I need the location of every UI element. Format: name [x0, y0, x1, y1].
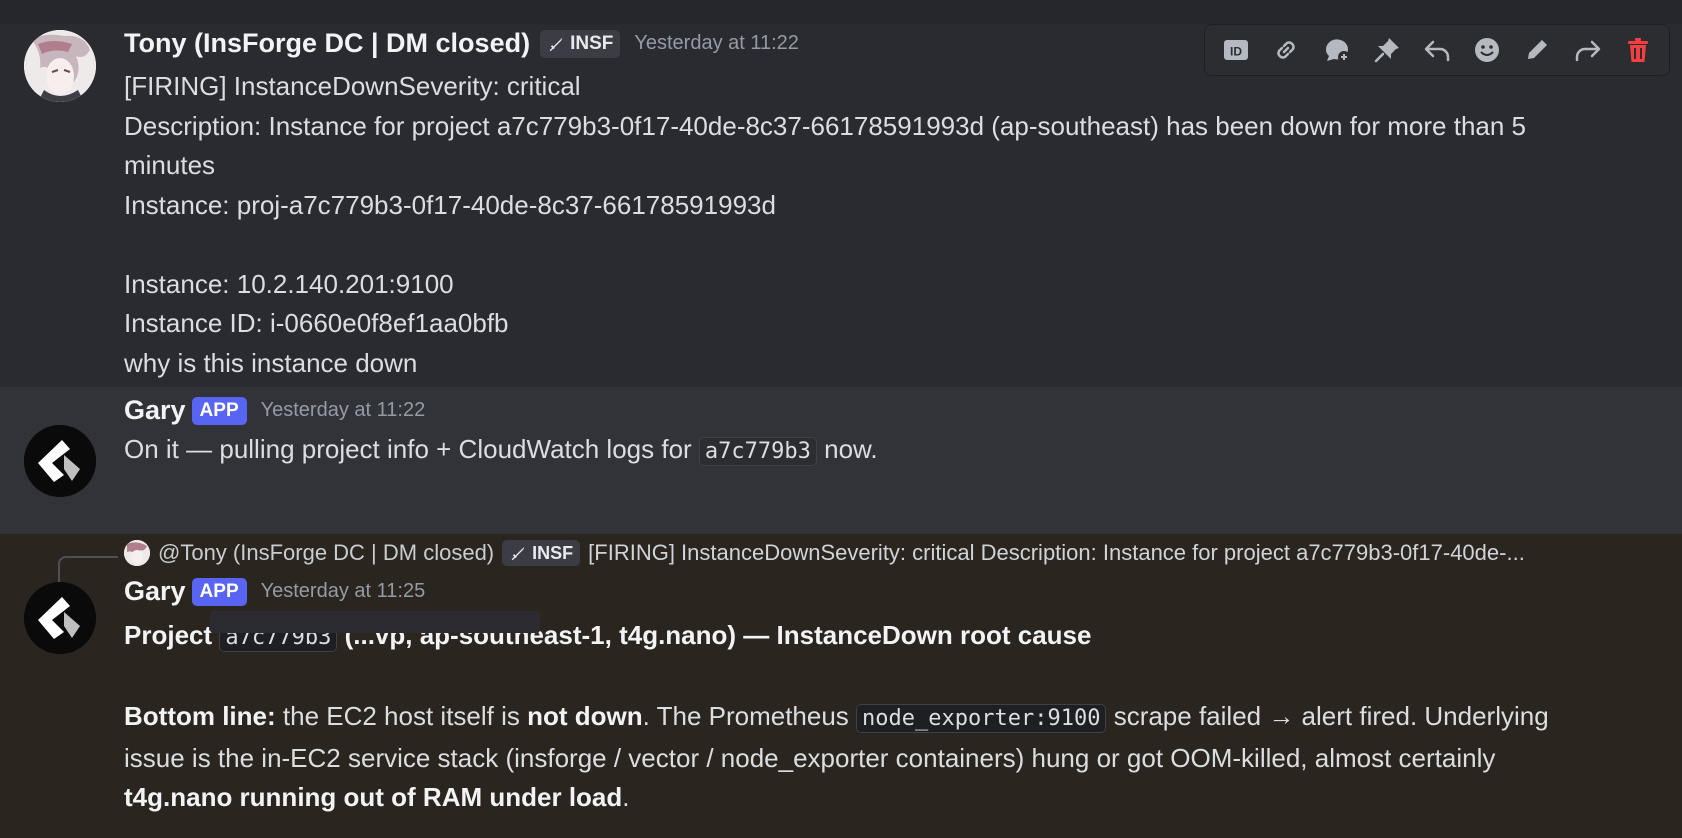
app-badge: APP — [191, 577, 247, 606]
message-text: . The Prometheus — [642, 701, 857, 731]
bold-text: not down — [527, 701, 643, 731]
message-line: Description: Instance for project a7c779… — [124, 110, 1527, 141]
author-name[interactable]: Gary — [124, 576, 186, 607]
message-line: why is this instance down — [124, 347, 418, 378]
reply-icon[interactable] — [1418, 31, 1456, 69]
message-line: issue is the in-EC2 service stack (insfo… — [124, 742, 1496, 773]
message-content: [FIRING] InstanceDownSeverity: critical … — [124, 67, 1624, 383]
inline-code: node_exporter:9100 — [856, 704, 1107, 733]
message-line: minutes — [124, 150, 216, 180]
timestamp[interactable]: Yesterday at 11:22 — [261, 399, 426, 422]
add-reaction-icon[interactable] — [1468, 31, 1506, 69]
redaction-overlay — [210, 611, 540, 633]
message-gary-reply[interactable]: @Tony (InsForge DC | DM closed) INSF [FI… — [0, 534, 1682, 838]
sword-icon — [549, 37, 563, 51]
server-tag[interactable]: INSF — [502, 540, 581, 566]
message-line: Instance: 10.2.140.201:9100 — [124, 268, 454, 299]
reply-preview-text[interactable]: [FIRING] InstanceDownSeverity: critical … — [588, 540, 1525, 566]
message-text: scrape failed → alert fired. Underlying — [1106, 701, 1549, 731]
server-tag[interactable]: INSF — [540, 29, 621, 58]
bold-label: Bottom line: — [124, 701, 276, 731]
message-line: Instance: proj-a7c779b3-0f17-40de-8c37-6… — [124, 189, 776, 220]
edit-icon[interactable] — [1518, 31, 1556, 69]
sword-icon — [511, 546, 525, 561]
gary-logo-icon — [24, 425, 96, 497]
gary-logo-icon — [24, 582, 96, 654]
timestamp[interactable]: Yesterday at 11:25 — [261, 580, 426, 603]
reply-author[interactable]: @Tony (InsForge DC | DM closed) — [158, 540, 494, 566]
message-text: the EC2 host itself is — [275, 701, 528, 731]
message-text: . — [622, 782, 630, 812]
delete-icon[interactable] — [1619, 31, 1657, 69]
thread-icon[interactable] — [1318, 31, 1356, 69]
message-text: now. — [816, 434, 878, 464]
forward-icon[interactable] — [1569, 31, 1607, 69]
message-content: Project a7c779b3 (...vp, ap-southeast-1,… — [124, 616, 1624, 818]
message-text: On it — pulling project info + CloudWatc… — [124, 434, 699, 464]
top-strip — [0, 0, 1682, 24]
message-line: Instance ID: i-0660e0f8ef1aa0bfb — [124, 308, 509, 338]
avatar[interactable] — [24, 30, 96, 102]
reply-reference[interactable]: @Tony (InsForge DC | DM closed) INSF [FI… — [124, 540, 1525, 566]
copy-id-icon[interactable]: ID — [1217, 31, 1255, 69]
copy-link-icon[interactable] — [1267, 31, 1305, 69]
message-line — [124, 225, 1624, 265]
message-gary[interactable]: Gary APP Yesterday at 11:22 On it — pull… — [0, 387, 1682, 534]
bold-text: t4g.nano running out of RAM under load — [124, 782, 623, 812]
message-tony[interactable]: Tony (InsForge DC | DM closed) INSF Yest… — [0, 24, 1682, 387]
author-name[interactable]: Tony (InsForge DC | DM closed) — [124, 28, 530, 59]
avatar[interactable] — [24, 425, 96, 497]
message-action-toolbar: ID — [1204, 24, 1670, 76]
avatar[interactable] — [24, 582, 96, 654]
inline-code: a7c779b3 — [698, 437, 817, 466]
tag-label: INSF — [532, 542, 574, 563]
reply-spine — [58, 556, 118, 584]
reply-avatar — [124, 540, 150, 566]
tag-label: INSF — [570, 32, 614, 54]
app-badge: APP — [191, 396, 247, 425]
svg-text:ID: ID — [1230, 45, 1242, 59]
timestamp[interactable]: Yesterday at 11:22 — [634, 32, 799, 55]
heading-text: Project — [124, 620, 213, 650]
author-name[interactable]: Gary — [124, 395, 186, 426]
pin-icon[interactable] — [1368, 31, 1406, 69]
message-content: On it — pulling project info + CloudWatc… — [124, 430, 1624, 472]
